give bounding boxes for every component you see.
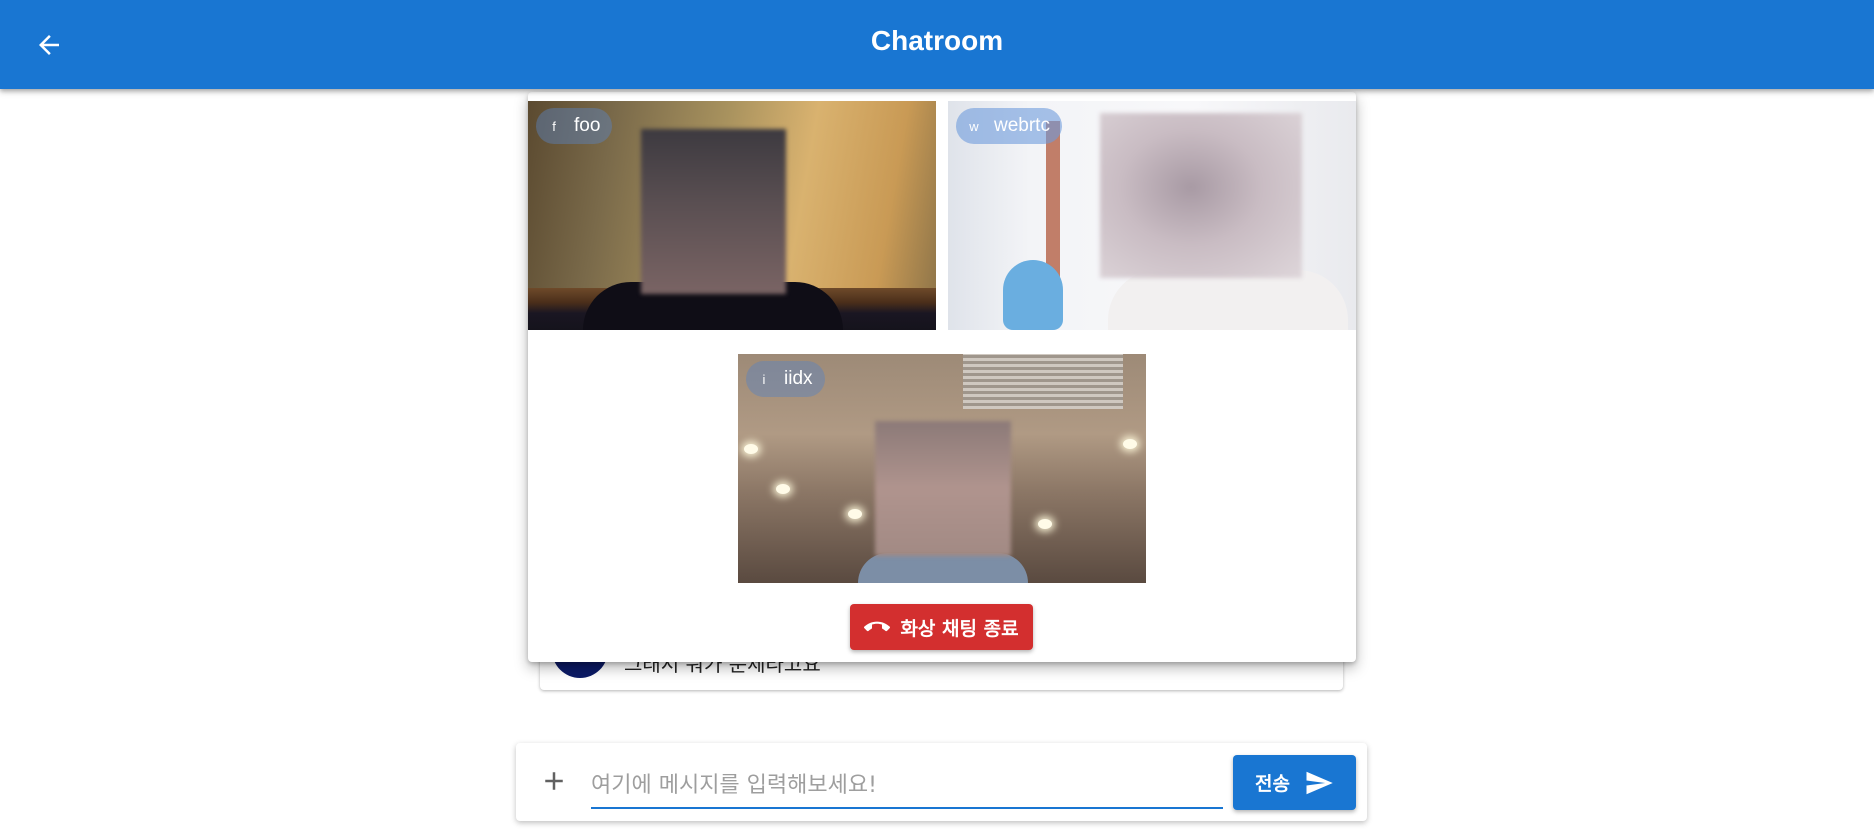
end-video-chat-button[interactable]: 화상 채팅 종료 bbox=[850, 604, 1033, 650]
page-title: Chatroom bbox=[870, 25, 1004, 56]
video-tile-foo: f foo bbox=[528, 101, 936, 330]
video-tile-iidx: i iidx bbox=[738, 354, 1146, 583]
message-input[interactable] bbox=[591, 763, 1223, 809]
video-tile-webrtc: w webrtc bbox=[948, 101, 1356, 330]
app-bar: Chatroom bbox=[0, 0, 1874, 89]
attach-button[interactable] bbox=[536, 763, 572, 799]
participant-initial: i bbox=[762, 371, 766, 387]
blurred-face bbox=[1100, 113, 1302, 278]
participant-chip: i iidx bbox=[746, 361, 825, 397]
plus-icon bbox=[545, 772, 563, 790]
participant-name: foo bbox=[574, 115, 601, 136]
end-video-chat-label: 화상 채팅 종료 bbox=[900, 617, 1019, 640]
message-composer: 전송 bbox=[516, 743, 1367, 821]
participant-name: iidx bbox=[784, 368, 813, 389]
send-label: 전송 bbox=[1255, 773, 1290, 795]
blurred-face bbox=[641, 129, 786, 294]
participant-initial: f bbox=[552, 118, 556, 134]
send-button[interactable]: 전송 bbox=[1233, 755, 1356, 810]
participant-chip: w webrtc bbox=[956, 108, 1062, 144]
call-end-icon bbox=[864, 614, 891, 640]
participant-initial: w bbox=[969, 118, 979, 134]
send-icon bbox=[1304, 768, 1334, 798]
video-call-dialog: f foo w webrtc i iidx 화상 채팅 종료 bbox=[528, 92, 1356, 662]
blurred-face bbox=[875, 421, 1011, 556]
participant-chip: f foo bbox=[536, 108, 613, 144]
participant-name: webrtc bbox=[994, 115, 1050, 136]
